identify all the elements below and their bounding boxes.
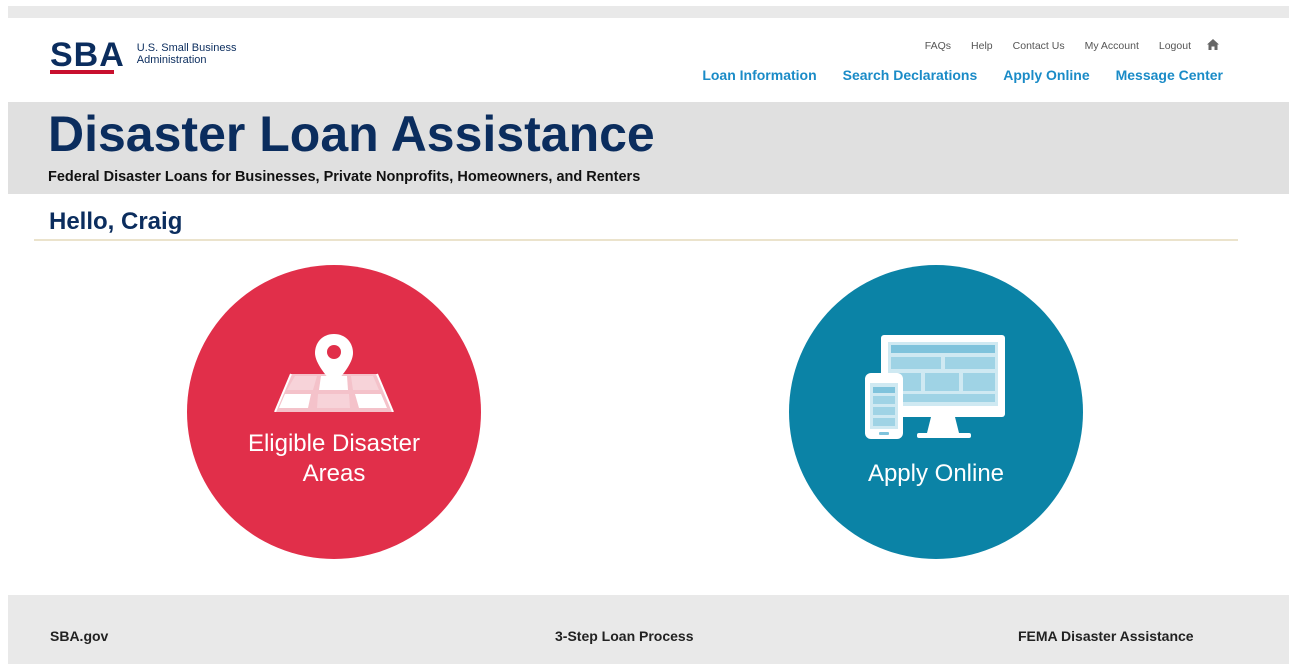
util-link-logout[interactable]: Logout xyxy=(1159,40,1191,52)
user-greeting: Hello, Craig xyxy=(49,208,183,235)
eligible-areas-label-line2: Areas xyxy=(302,460,366,487)
devices-icon xyxy=(865,335,1005,439)
eligible-areas-label-line1: Eligible Disaster xyxy=(247,430,421,457)
footer-link-3-step-loan-process[interactable]: 3-Step Loan Process xyxy=(555,628,694,644)
page-title: Disaster Loan Assistance xyxy=(48,106,655,162)
nav-loan-information[interactable]: Loan Information xyxy=(702,67,816,83)
util-link-faqs[interactable]: FAQs xyxy=(925,40,951,52)
site-footer: SBA.gov 3-Step Loan Process FEMA Disaste… xyxy=(8,595,1289,664)
map-pin-icon xyxy=(274,334,394,412)
nav-search-declarations[interactable]: Search Declarations xyxy=(843,67,978,83)
logo-text: U.S. Small Business Administration xyxy=(136,42,237,66)
logo-mark: SBA xyxy=(50,36,125,74)
home-icon[interactable] xyxy=(1207,39,1219,50)
util-link-contact-us[interactable]: Contact Us xyxy=(1013,40,1065,52)
footer-link-sba-gov[interactable]: SBA.gov xyxy=(50,628,108,644)
logo-mark-text: SBA xyxy=(50,36,125,74)
util-link-help[interactable]: Help xyxy=(971,40,993,52)
main-nav: Loan Information Search Declarations App… xyxy=(676,67,1223,83)
footer-link-fema-disaster-assistance[interactable]: FEMA Disaster Assistance xyxy=(1018,628,1194,644)
apply-online-label: Apply Online xyxy=(867,460,1005,487)
nav-message-center[interactable]: Message Center xyxy=(1116,67,1223,83)
page-banner: Disaster Loan Assistance Federal Disaste… xyxy=(8,102,1289,194)
greeting-divider xyxy=(34,239,1238,241)
logo-underline xyxy=(50,70,114,74)
site-header: SBA U.S. Small Business Administration F… xyxy=(0,18,1297,102)
util-link-my-account[interactable]: My Account xyxy=(1085,40,1139,52)
utility-nav: FAQs Help Contact Us My Account Logout xyxy=(905,39,1219,52)
nav-apply-online[interactable]: Apply Online xyxy=(1003,67,1089,83)
apply-online-button[interactable]: Apply Online xyxy=(789,265,1083,559)
sba-logo[interactable]: SBA U.S. Small Business Administration xyxy=(50,36,277,74)
eligible-disaster-areas-button[interactable]: Eligible Disaster Areas xyxy=(187,265,481,559)
page-subtitle: Federal Disaster Loans for Businesses, P… xyxy=(48,169,641,185)
top-bar xyxy=(8,6,1289,18)
